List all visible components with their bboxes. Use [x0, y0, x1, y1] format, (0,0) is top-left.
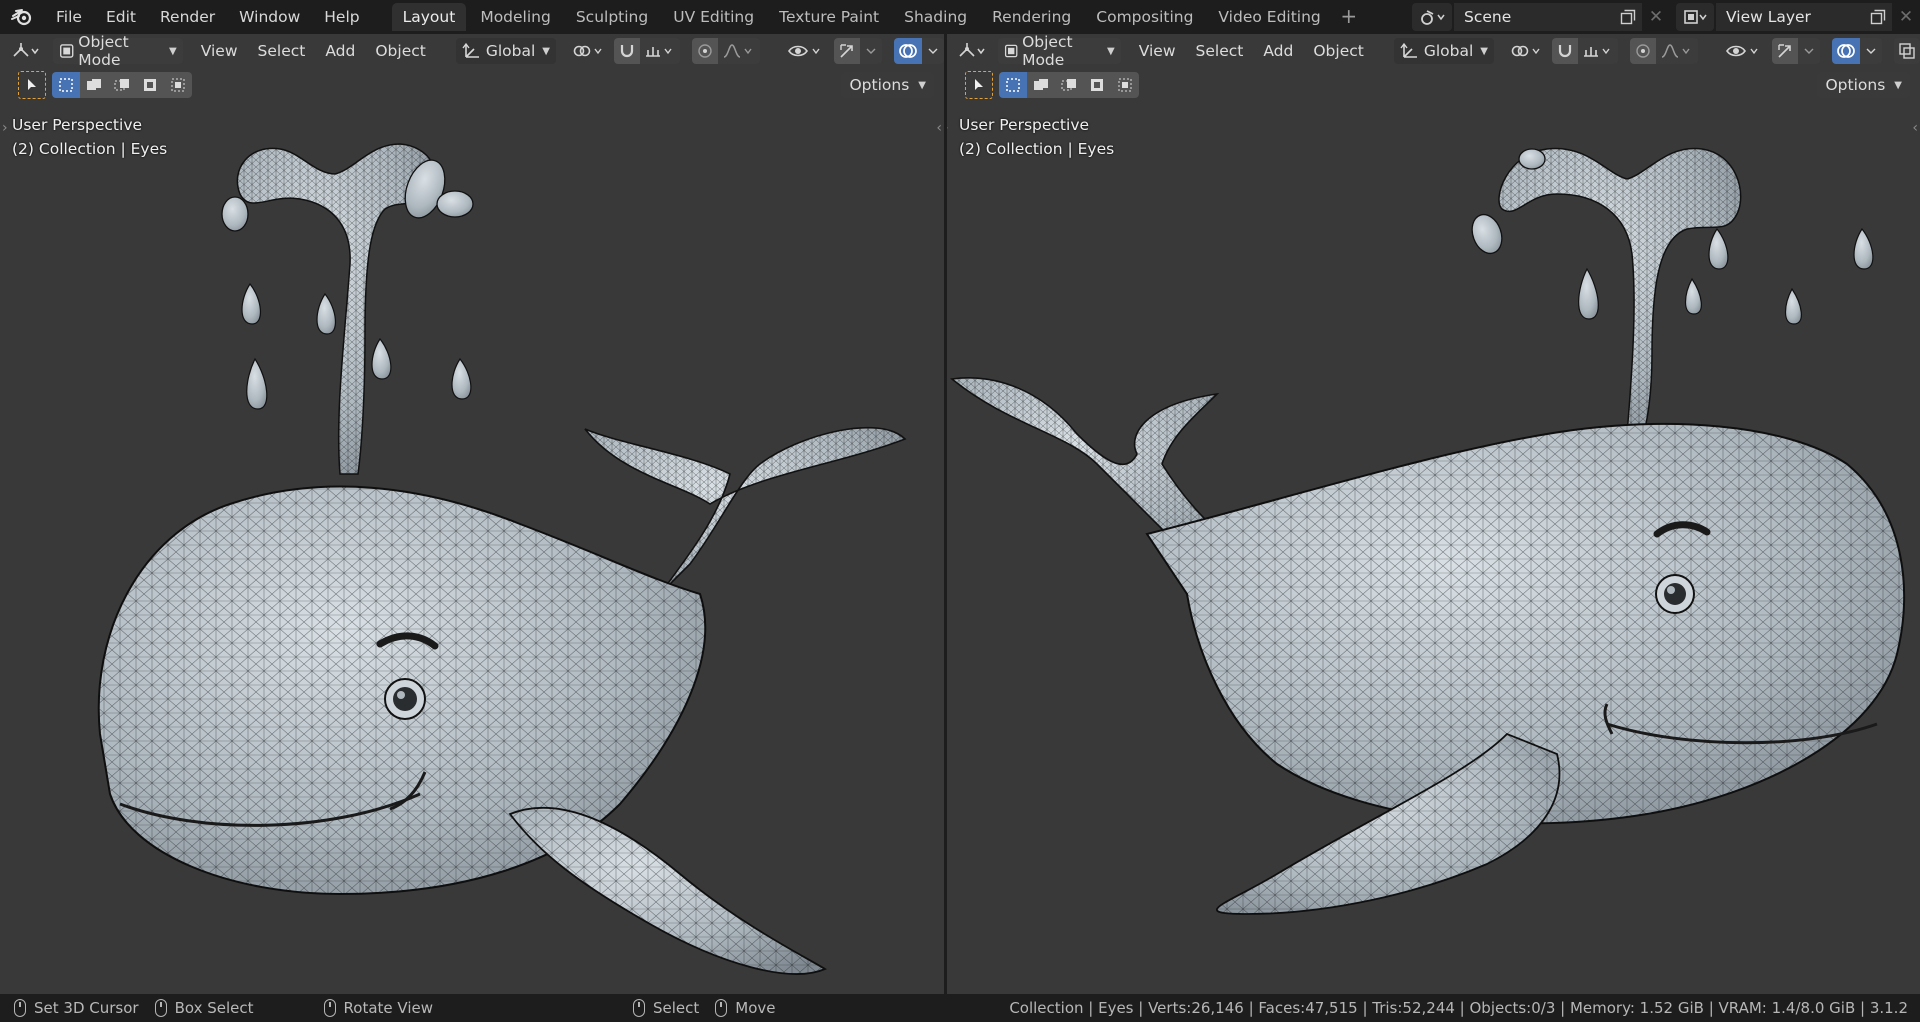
hint-label: Box Select: [174, 999, 254, 1017]
hint-rotate-view: Rotate View: [323, 999, 433, 1017]
tab-rendering[interactable]: Rendering: [981, 3, 1082, 31]
workspace-tabs: Layout Modeling Sculpting UV Editing Tex…: [391, 3, 1363, 31]
new-view-layer-icon[interactable]: [1864, 3, 1892, 31]
hint-label: Rotate View: [343, 999, 433, 1017]
tab-layout[interactable]: Layout: [391, 3, 467, 31]
whale-mesh-left[interactable]: [0, 34, 944, 994]
scene-icon: [1421, 10, 1445, 25]
scene-name-field[interactable]: Scene: [1454, 3, 1614, 31]
tab-shading[interactable]: Shading: [893, 3, 978, 31]
hint-set-3d-cursor: Set 3D Cursor: [14, 999, 139, 1017]
viewport-left[interactable]: Object Mode ▼ View Select Add Object Glo…: [0, 34, 944, 994]
view-layer-name-field[interactable]: View Layer: [1716, 3, 1864, 31]
viewport-right[interactable]: Object Mode ▼ View Select Add Object Glo…: [947, 34, 1920, 994]
menu-file[interactable]: File: [44, 4, 94, 30]
status-bar: Set 3D Cursor Box Select Rotate View Sel…: [0, 994, 1920, 1022]
top-bar: File Edit Render Window Help Layout Mode…: [0, 0, 1920, 34]
scene-browse-button[interactable]: [1412, 3, 1452, 31]
mouse-left-icon: [14, 999, 26, 1017]
delete-scene-icon[interactable]: ✕: [1642, 3, 1670, 31]
tab-compositing[interactable]: Compositing: [1085, 3, 1204, 31]
tab-texture-paint[interactable]: Texture Paint: [768, 3, 890, 31]
mouse-left-icon: [633, 999, 645, 1017]
water-spout: [1471, 147, 1874, 435]
scene-statistics: Collection | Eyes | Verts:26,146 | Faces…: [1009, 999, 1908, 1017]
tab-uv-editing[interactable]: UV Editing: [662, 3, 765, 31]
whale-mesh-right[interactable]: [947, 34, 1920, 994]
hint-select: Select: [633, 999, 699, 1017]
scene-selector-area: Scene ✕ View Layer ✕: [1412, 3, 1920, 31]
mouse-drag-icon: [154, 999, 167, 1017]
hint-box-select: Box Select: [154, 999, 254, 1017]
mouse-drag-icon: [715, 999, 728, 1017]
hint-label: Set 3D Cursor: [34, 999, 139, 1017]
tab-sculpting[interactable]: Sculpting: [565, 3, 659, 31]
hint-label: Select: [653, 999, 700, 1017]
menu-help[interactable]: Help: [312, 4, 371, 30]
delete-view-layer-icon[interactable]: ✕: [1892, 3, 1920, 31]
mouse-middle-icon: [323, 999, 336, 1017]
blender-logo-icon[interactable]: [0, 0, 44, 34]
new-scene-icon[interactable]: [1614, 3, 1642, 31]
tab-modeling[interactable]: Modeling: [469, 3, 562, 31]
view-layer-icon: [1684, 10, 1707, 24]
whale-fin: [508, 806, 827, 975]
tab-video-editing[interactable]: Video Editing: [1207, 3, 1331, 31]
menu-window[interactable]: Window: [227, 4, 312, 30]
view-layer-browse-button[interactable]: [1676, 3, 1714, 31]
water-spout: [221, 143, 474, 475]
main-menu: File Edit Render Window Help: [44, 4, 372, 30]
add-workspace-button[interactable]: +: [1335, 3, 1363, 31]
menu-render[interactable]: Render: [148, 4, 227, 30]
hint-label: Move: [735, 999, 776, 1017]
hint-move: Move: [715, 999, 776, 1017]
menu-edit[interactable]: Edit: [94, 4, 148, 30]
